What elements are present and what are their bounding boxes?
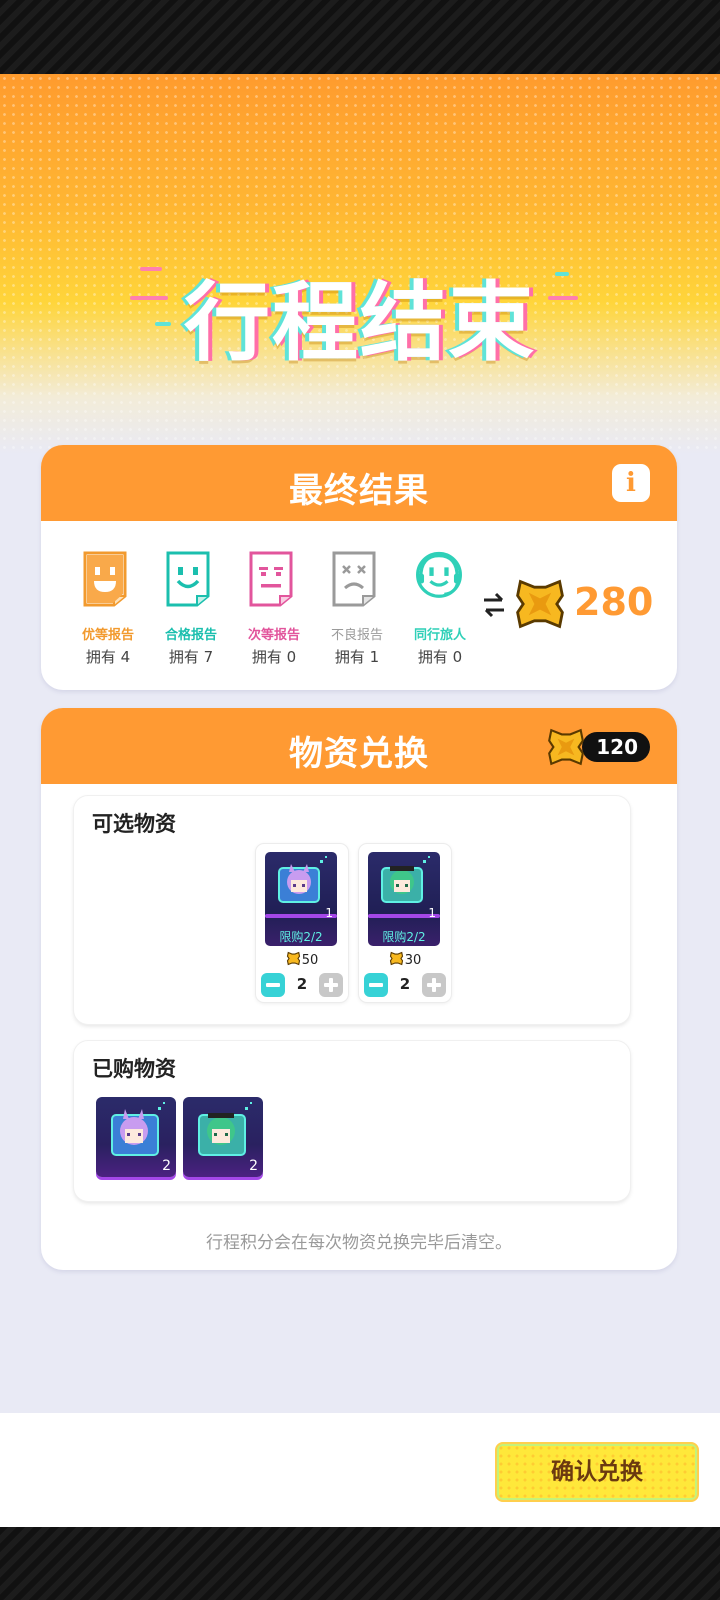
report-label: 次等报告 — [247, 628, 300, 643]
confirm-exchange-label: 确认兑换 — [551, 1459, 643, 1485]
item-quantity: 1 — [325, 906, 333, 920]
footer-bar: 确认兑换 — [0, 1413, 720, 1527]
item-price-value: 30 — [404, 953, 422, 968]
character-portrait-icon — [381, 856, 430, 903]
item-card[interactable]: 1 限购2/2 50 2 — [256, 844, 348, 1002]
item-limit: 限购2/2 — [279, 930, 323, 944]
owned-quantity: 2 — [249, 1158, 258, 1174]
decrease-button[interactable] — [261, 973, 285, 997]
item-price-value: 50 — [301, 953, 319, 968]
report-count: 拥有 1 — [334, 648, 380, 666]
report-label: 不良报告 — [330, 628, 383, 643]
exchange-header: 物资兑换 120 — [41, 708, 677, 784]
report-count: 拥有 7 — [168, 648, 214, 666]
report-count: 拥有 4 — [85, 648, 131, 666]
owned-quantity: 2 — [162, 1158, 171, 1174]
owned-item[interactable]: 2 — [183, 1097, 263, 1177]
final-result-title: 最终结果 — [289, 471, 429, 511]
confirm-exchange-button[interactable]: 确认兑换 — [495, 1442, 699, 1502]
points-coin-icon — [286, 951, 300, 966]
available-items-title: 可选物资 — [92, 812, 176, 836]
item-quantity: 1 — [428, 906, 436, 920]
hero-banner: 行程结束 — [0, 74, 720, 454]
points-coin-icon — [548, 728, 584, 766]
dead-report-icon — [332, 551, 376, 607]
item-price: 50 — [256, 951, 348, 968]
final-result-header: 最终结果 i — [41, 445, 677, 521]
points-balance: 120 — [582, 732, 650, 762]
flat-report-icon — [249, 551, 293, 607]
decrease-button[interactable] — [364, 973, 388, 997]
report-label: 合格报告 — [164, 628, 217, 643]
item-price: 30 — [359, 951, 451, 968]
points-reset-note: 行程积分会在每次物资兑换完毕后清空。 — [206, 1233, 512, 1253]
item-art: 1 限购2/2 — [368, 852, 440, 946]
quantity-stepper: 2 — [261, 973, 343, 997]
exchange-card: 物资兑换 120 可选物资 1 限购2/2 50 2 1 限购2/2 30 2 … — [41, 708, 677, 1270]
page-title: 行程结束 — [184, 273, 536, 373]
stepper-value: 2 — [296, 975, 308, 993]
info-icon[interactable]: i — [612, 464, 650, 502]
item-card[interactable]: 1 限购2/2 30 2 — [359, 844, 451, 1002]
navigation-bar — [0, 1527, 720, 1600]
owned-item[interactable]: 2 — [96, 1097, 176, 1177]
increase-button[interactable] — [422, 973, 446, 997]
report-count: 拥有 0 — [251, 648, 297, 666]
stepper-value: 2 — [399, 975, 411, 993]
purchased-items-title: 已购物资 — [92, 1057, 176, 1081]
report-count: 拥有 0 — [417, 648, 463, 666]
final-result-card: 最终结果 i 优等报告 拥有 4 合格报告 拥有 7 次等报告 拥有 0 不良报… — [41, 445, 677, 690]
report-label: 优等报告 — [81, 628, 134, 643]
available-items-panel: 可选物资 1 限购2/2 50 2 1 限购2/2 30 2 — [74, 796, 630, 1024]
increase-button[interactable] — [319, 973, 343, 997]
exchange-arrows-icon — [484, 592, 504, 618]
quantity-stepper: 2 — [364, 973, 446, 997]
points-coin-icon — [516, 579, 564, 629]
happy-report-icon — [83, 551, 127, 607]
points-coin-icon — [389, 951, 403, 966]
report-label: 同行旅人 — [413, 628, 466, 643]
status-bar — [0, 0, 720, 74]
purchased-items-panel: 已购物资 2 2 — [74, 1041, 630, 1201]
smile-report-icon — [166, 551, 210, 607]
item-art: 1 限购2/2 — [265, 852, 337, 946]
headset-companion-icon — [416, 551, 462, 598]
total-points: 280 — [574, 580, 654, 624]
character-portrait-icon — [278, 856, 327, 903]
item-limit: 限购2/2 — [382, 930, 426, 944]
